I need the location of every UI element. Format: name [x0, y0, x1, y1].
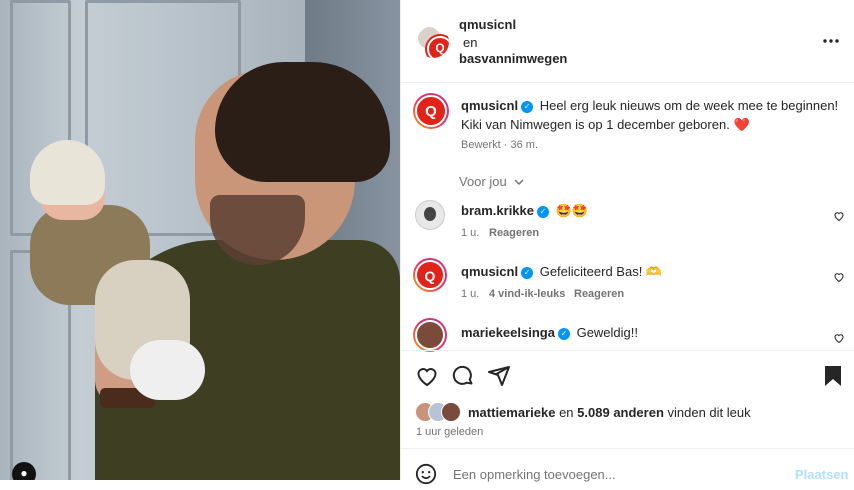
- comment-composer: Plaatsen: [401, 448, 854, 485]
- baby-hat: [30, 140, 105, 205]
- comment-username[interactable]: bram.krikke: [461, 203, 534, 218]
- header-user2[interactable]: basvannimwegen: [459, 51, 567, 66]
- avatar-qmusicnl[interactable]: Q: [413, 258, 447, 292]
- collab-avatar[interactable]: Q: [417, 26, 449, 58]
- post-header: Q qmusicnl en basvannimwegen: [401, 0, 854, 83]
- likes-suffix: vinden dit leuk: [667, 405, 751, 420]
- likes-summary: mattiemarieke en 5.089 anderen vinden di…: [468, 405, 751, 420]
- comment-bubble-icon[interactable]: [451, 364, 475, 393]
- bookmark-icon[interactable]: [823, 364, 843, 393]
- caption-text-2: Kiki van Nimwegen is op 1 december gebor…: [461, 117, 730, 132]
- post-photo[interactable]: ●: [0, 0, 400, 480]
- for-you-dropdown[interactable]: Voor jou: [459, 174, 524, 189]
- comment-text: Geweldig!!: [576, 325, 638, 340]
- tagged-users-icon[interactable]: ●: [12, 462, 36, 480]
- post-panel: Q qmusicnl en basvannimwegen Q qmusicnl ✓…: [400, 0, 854, 485]
- comment-input[interactable]: [451, 463, 775, 485]
- comment-time: 1 u.: [461, 227, 480, 239]
- avatar-face: [424, 207, 436, 221]
- header-user1[interactable]: qmusicnl: [459, 17, 516, 32]
- avatar-bram-krikke[interactable]: [415, 200, 445, 230]
- action-bar: [401, 350, 854, 401]
- emoji-icon[interactable]: [415, 463, 437, 490]
- liker-avatar: [441, 402, 461, 422]
- verified-badge-icon: ✓: [521, 266, 534, 279]
- caption-meta: Bewerkt · 36 m.: [461, 139, 539, 151]
- verified-badge-icon: ✓: [521, 100, 534, 113]
- reply-button[interactable]: Reageren: [574, 288, 624, 300]
- share-send-icon[interactable]: [487, 364, 511, 393]
- avatar-qmusic: Q: [427, 36, 449, 58]
- more-horizontal-icon[interactable]: [822, 33, 840, 43]
- caption-username[interactable]: qmusicnl: [461, 98, 518, 113]
- for-you-label: Voor jou: [459, 174, 507, 189]
- caption-line2: Kiki van Nimwegen is op 1 december gebor…: [461, 117, 750, 133]
- comment-text: 🤩🤩: [555, 203, 588, 218]
- comment-1: bram.krikke ✓ 🤩🤩: [461, 203, 588, 219]
- caption-text: Heel erg leuk nieuws om de week mee te b…: [539, 98, 839, 113]
- comment-likes-count[interactable]: 4 vind-ik-leuks: [489, 288, 565, 300]
- likes-connector: en: [559, 405, 574, 420]
- comment-time: 1 u.: [461, 288, 480, 300]
- comment-username[interactable]: mariekeelsinga: [461, 325, 555, 340]
- comment-like-heart-icon[interactable]: [833, 331, 845, 344]
- heart-emoji: ❤️: [733, 117, 750, 132]
- comment-text: Gefeliciteerd Bas! 🫶: [539, 264, 663, 279]
- like-heart-icon[interactable]: [415, 364, 439, 393]
- comment-3: mariekeelsinga ✓ Geweldig!!: [461, 325, 638, 340]
- baby-socks: [130, 340, 205, 400]
- liked-by-avatars[interactable]: [415, 402, 465, 422]
- comment-like-heart-icon[interactable]: [833, 209, 845, 222]
- comment-2: qmusicnl ✓ Gefeliciteerd Bas! 🫶: [461, 264, 662, 280]
- reply-button[interactable]: Reageren: [489, 227, 539, 239]
- verified-badge-icon: ✓: [537, 205, 549, 218]
- caption-avatar[interactable]: Q: [413, 93, 449, 129]
- likes-count[interactable]: 5.089 anderen: [577, 405, 664, 420]
- comment-like-heart-icon[interactable]: [833, 270, 845, 283]
- chevron-down-icon: [514, 174, 524, 189]
- header-connector: en: [463, 35, 478, 50]
- verified-badge-icon: ✓: [557, 327, 570, 340]
- liked-by-user[interactable]: mattiemarieke: [468, 405, 555, 420]
- comment-username[interactable]: qmusicnl: [461, 264, 518, 279]
- avatar-mariekeelsinga[interactable]: [413, 318, 447, 352]
- post-time: 1 uur geleden: [416, 426, 484, 438]
- caption-line1: qmusicnl ✓ Heel erg leuk nieuws om de wee…: [461, 98, 838, 113]
